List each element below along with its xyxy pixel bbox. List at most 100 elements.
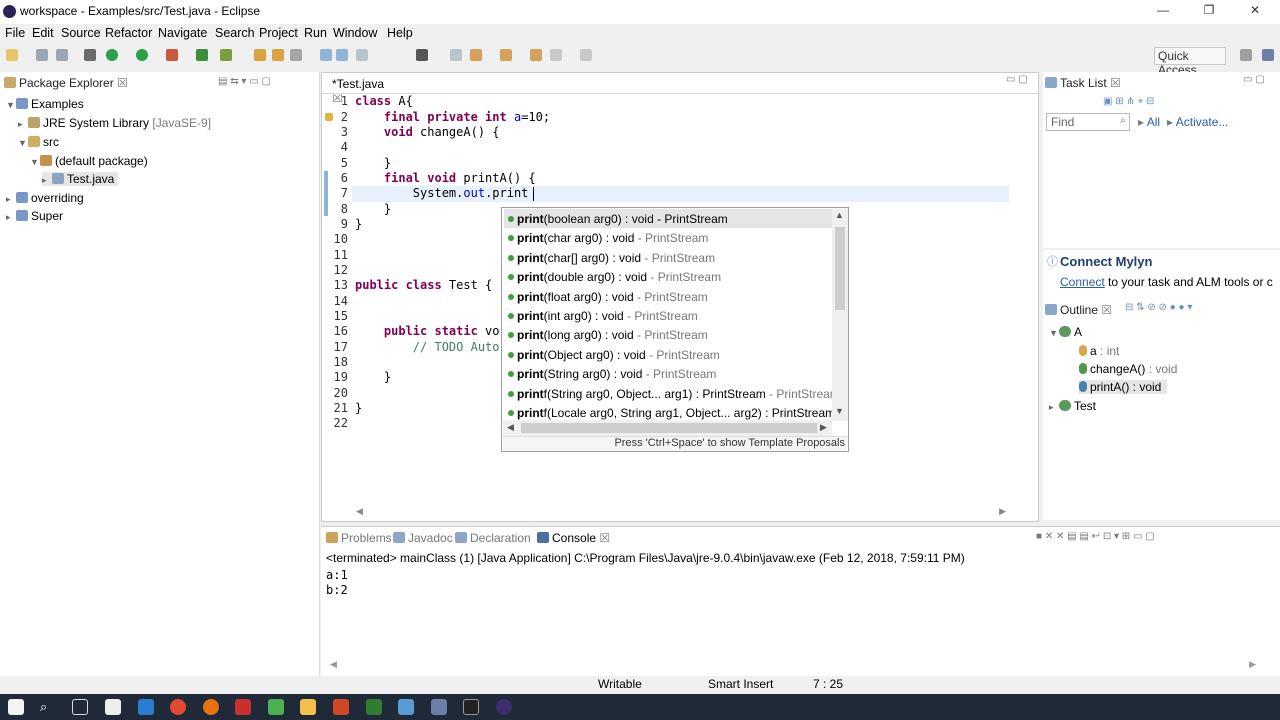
code-line[interactable]: } — [355, 156, 391, 170]
scroll-left-icon[interactable]: ◀ — [356, 506, 363, 516]
completion-proposal[interactable]: print(char[] arg0) : void - PrintStream — [504, 248, 832, 267]
clear-console-icon[interactable]: ▤ — [1067, 531, 1076, 542]
editor-tab-test-java[interactable]: *Test.java ☒ — [326, 74, 404, 105]
outline-method-changea[interactable]: changeA() : void — [1079, 362, 1177, 376]
expand-toggle-icon[interactable]: ▼ — [30, 157, 40, 167]
completion-proposal[interactable]: print(String arg0) : void - PrintStream — [504, 364, 832, 383]
display-console-icon[interactable]: ▾ — [1114, 531, 1119, 542]
expand-toggle-icon[interactable]: ▼ — [18, 138, 28, 148]
scroll-left-icon[interactable]: ◀ — [507, 422, 514, 433]
expand-toggle-icon[interactable]: ▼ — [6, 100, 16, 110]
collapse-all-icon[interactable]: ⊟ — [1125, 302, 1133, 313]
code-line[interactable]: } — [355, 370, 391, 384]
maximize-editor-icon[interactable]: ▢ — [1018, 74, 1027, 85]
outline-method-printa[interactable]: printA() : void — [1079, 380, 1168, 394]
code-line[interactable]: public static vo — [355, 324, 500, 338]
forward-icon[interactable] — [550, 49, 562, 61]
app-icon[interactable] — [105, 699, 121, 715]
tab-problems[interactable]: Problems — [326, 531, 392, 545]
run-icon[interactable] — [136, 49, 148, 61]
maximize-view-icon[interactable]: ▢ — [1145, 531, 1154, 542]
content-assist-popup[interactable]: print(boolean arg0) : void - PrintStream… — [501, 207, 849, 452]
close-view-icon[interactable]: ☒ — [117, 76, 128, 90]
menu-edit[interactable]: Edit — [32, 26, 54, 40]
code-line[interactable]: } — [355, 217, 362, 231]
menu-file[interactable]: File — [5, 26, 25, 40]
remove-launch-icon[interactable]: ✕ — [1045, 531, 1053, 542]
app-icon[interactable] — [431, 699, 447, 715]
close-button[interactable]: ✕ — [1240, 3, 1270, 17]
focus-icon[interactable]: ⌖ — [1138, 96, 1144, 107]
edge-icon[interactable] — [138, 699, 154, 715]
open-perspective-icon[interactable] — [1240, 49, 1252, 61]
code-line[interactable]: System.out.print — [355, 186, 529, 200]
app-icon[interactable] — [268, 699, 284, 715]
code-line[interactable]: // TODO Auto — [355, 340, 500, 354]
minimize-view-icon[interactable]: ▭ — [1133, 531, 1142, 542]
menu-navigate[interactable]: Navigate — [158, 26, 207, 40]
toggle-breadcrumb-icon[interactable] — [336, 49, 348, 61]
expand-toggle-icon[interactable]: ▸ — [1049, 402, 1059, 413]
menu-run[interactable]: Run — [304, 26, 327, 40]
categorize-icon[interactable]: ⊞ — [1115, 96, 1123, 107]
pin-icon[interactable] — [450, 49, 462, 61]
skip-breakpoints-icon[interactable] — [84, 49, 96, 61]
tree-item-default-package[interactable]: ▼ (default package) — [30, 154, 148, 168]
block-selection-icon[interactable] — [356, 49, 368, 61]
firefox-icon[interactable] — [203, 699, 219, 715]
scrollbar-thumb[interactable] — [835, 227, 845, 310]
external-tools-icon[interactable] — [166, 49, 178, 61]
code-line[interactable]: final private int a=10; — [355, 110, 550, 124]
outline-class-test[interactable]: ▸ Test — [1049, 399, 1096, 413]
expand-toggle-icon[interactable]: ▸ — [18, 119, 28, 130]
eclipse-icon[interactable] — [496, 699, 512, 715]
new-java-project-icon[interactable] — [196, 49, 208, 61]
menu-source[interactable]: Source — [61, 26, 101, 40]
prev-annotation-icon[interactable] — [500, 49, 512, 61]
code-line[interactable]: } — [355, 401, 362, 415]
task-find-input[interactable]: Find — [1046, 113, 1130, 131]
minimize-view-icon[interactable]: ▭ — [249, 76, 258, 87]
code-line[interactable]: } — [355, 202, 391, 216]
pin-console-icon[interactable]: ⊡ — [1103, 531, 1111, 542]
app-icon[interactable] — [398, 699, 414, 715]
maximize-view-icon[interactable]: ▢ — [261, 76, 270, 87]
open-task-icon[interactable] — [272, 49, 284, 61]
next-annotation-icon[interactable] — [470, 49, 482, 61]
remove-all-icon[interactable]: ✕ — [1056, 531, 1064, 542]
debug-icon[interactable] — [106, 49, 118, 61]
filter-icon[interactable]: ⋔ — [1126, 96, 1134, 107]
hide-local-types-icon[interactable]: ● — [1179, 302, 1185, 313]
file-explorer-icon[interactable] — [300, 699, 316, 715]
collapse-icon[interactable]: ⊟ — [1146, 96, 1154, 107]
toggle-markoccurrences-icon[interactable] — [320, 49, 332, 61]
sort-icon[interactable]: ⇅ — [1136, 302, 1144, 313]
minimize-button[interactable]: — — [1148, 3, 1178, 17]
chrome-icon[interactable] — [170, 699, 186, 715]
outline-tab[interactable]: Outline ☒ — [1045, 303, 1112, 317]
vertical-scrollbar[interactable]: ▲ ▼ — [832, 209, 848, 421]
console-view[interactable] — [321, 526, 1280, 676]
task-view-icon[interactable] — [72, 699, 88, 715]
word-wrap-icon[interactable]: ↩ — [1092, 531, 1100, 542]
completion-proposal[interactable]: print(int arg0) : void - PrintStream — [504, 306, 832, 325]
tree-item-test-java[interactable]: ▸ Test.java — [42, 172, 119, 186]
hide-static-icon[interactable]: ⊘ — [1159, 302, 1167, 313]
expand-toggle-icon[interactable]: ▸ — [42, 175, 52, 186]
tree-item-super[interactable]: ▸ Super — [6, 209, 63, 223]
minimize-editor-icon[interactable]: ▭ — [1006, 74, 1015, 85]
collapse-all-icon[interactable]: ▤ — [218, 76, 227, 87]
tree-item-src[interactable]: ▼ src — [18, 135, 59, 149]
editor-horizontal-scrollbar[interactable]: ◀ ▶ — [356, 506, 1006, 518]
search-icon[interactable]: ⌕ — [40, 699, 56, 715]
scroll-right-icon[interactable]: ▶ — [820, 422, 827, 433]
code-line[interactable]: public class Test { — [355, 278, 492, 292]
tree-item-jre[interactable]: ▸ JRE System Library [JavaSE-9] — [18, 116, 211, 130]
tab-console[interactable]: Console ☒ — [537, 531, 610, 545]
scroll-up-icon[interactable]: ▲ — [835, 210, 844, 220]
expand-toggle-icon[interactable]: ▼ — [1049, 328, 1059, 338]
completion-proposal[interactable]: print(char arg0) : void - PrintStream — [504, 228, 832, 247]
open-type-icon[interactable] — [254, 49, 266, 61]
terminate-icon[interactable]: ■ — [1036, 531, 1042, 542]
menu-help[interactable]: Help — [387, 26, 413, 40]
